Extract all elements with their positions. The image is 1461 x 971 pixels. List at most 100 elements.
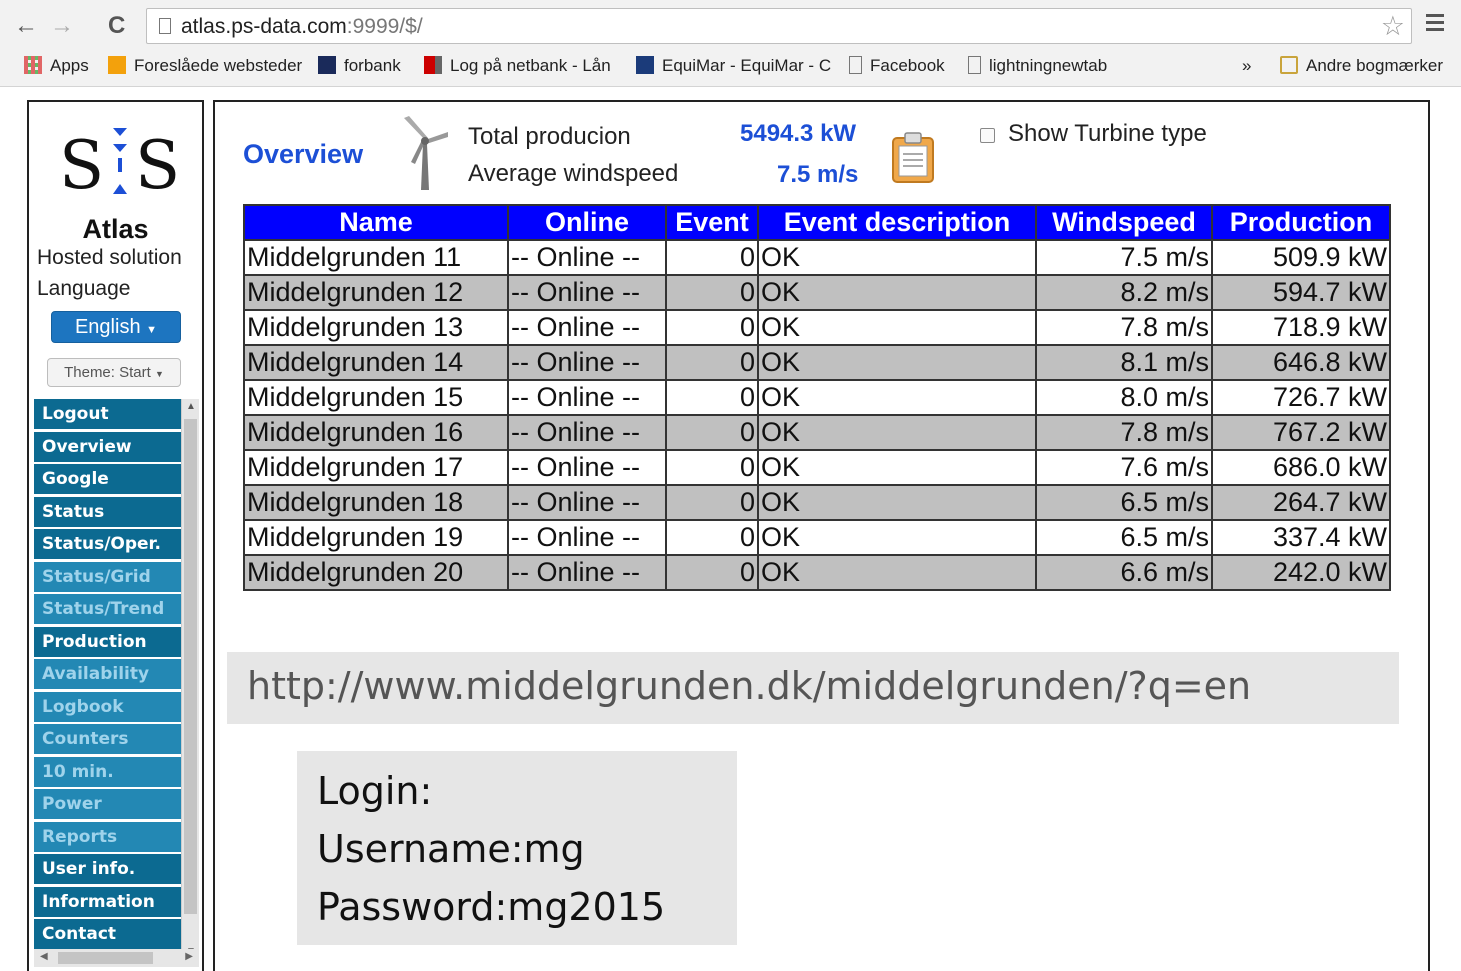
cell-event: 0 xyxy=(665,554,759,591)
menu-item-reports[interactable]: Reports xyxy=(34,821,181,852)
clipboard-icon[interactable] xyxy=(890,130,936,184)
cell-production: 242.0 kW xyxy=(1211,554,1391,591)
table-row[interactable]: Middelgrunden 20 -- Online -- 0 OK 6.6 m/s 24… xyxy=(243,554,1391,591)
bookmark-label: lightningnewtab xyxy=(989,56,1108,75)
language-dropdown[interactable]: English ▼ xyxy=(51,311,181,343)
menu-item-overview[interactable]: Overview xyxy=(34,431,181,462)
cell-production: 686.0 kW xyxy=(1211,449,1391,486)
table-row[interactable]: Middelgrunden 19 -- Online -- 0 OK 6.5 m/s 33… xyxy=(243,519,1391,556)
cell-production: 767.2 kW xyxy=(1211,414,1391,451)
menu-item-user-info[interactable]: User info. xyxy=(34,854,181,884)
show-turbine-type-checkbox[interactable] xyxy=(980,128,995,143)
menu-item-availability[interactable]: Availability xyxy=(34,659,181,689)
cell-event: 0 xyxy=(665,309,759,346)
cell-name: Middelgrunden 20 xyxy=(243,554,509,591)
cell-event: 0 xyxy=(665,414,759,451)
cell-production: 718.9 kW xyxy=(1211,309,1391,346)
theme-dropdown[interactable]: Theme: Start ▼ xyxy=(47,358,181,387)
bookmark-apps[interactable]: Apps xyxy=(24,56,89,76)
column-header-windspeed[interactable]: Windspeed xyxy=(1035,204,1213,241)
cell-event-description: OK xyxy=(757,309,1037,346)
menu-item-status-oper[interactable]: Status/Oper. xyxy=(34,529,181,559)
reload-icon[interactable]: C xyxy=(108,12,125,40)
column-header-name[interactable]: Name xyxy=(243,204,509,241)
menu-item-contact[interactable]: Contact xyxy=(34,919,181,949)
folder-icon xyxy=(1280,56,1298,74)
table-row[interactable]: Middelgrunden 17 -- Online -- 0 OK 7.6 m/s 68… xyxy=(243,449,1391,486)
cell-windspeed: 7.5 m/s xyxy=(1035,239,1213,276)
menu-item-logout[interactable]: Logout xyxy=(34,399,181,429)
bookmark-suggested-sites[interactable]: Foreslåede websteder xyxy=(108,56,302,76)
show-turbine-type-label[interactable]: Show Turbine type xyxy=(1008,120,1207,148)
table-row[interactable]: Middelgrunden 13 -- Online -- 0 OK 7.8 m/s 71… xyxy=(243,309,1391,346)
table-row[interactable]: Middelgrunden 16 -- Online -- 0 OK 7.8 m/s 76… xyxy=(243,414,1391,451)
menu-item-10-min[interactable]: 10 min. xyxy=(34,756,181,787)
middelgrunden-url: http://www.middelgrunden.dk/middelgrunde… xyxy=(247,664,1252,708)
cell-name: Middelgrunden 19 xyxy=(243,519,509,556)
menu-item-status-grid[interactable]: Status/Grid xyxy=(34,561,181,592)
back-arrow-icon[interactable]: ← xyxy=(14,12,38,40)
cell-event: 0 xyxy=(665,274,759,311)
n-logo-icon xyxy=(318,56,336,74)
language-label: Language xyxy=(37,277,131,300)
cell-online: -- Online -- xyxy=(507,239,667,276)
table-row[interactable]: Middelgrunden 15 -- Online -- 0 OK 8.0 m/s 72… xyxy=(243,379,1391,416)
table-row[interactable]: Middelgrunden 14 -- Online -- 0 OK 8.1 m/s 64… xyxy=(243,344,1391,381)
menu-item-status-trend[interactable]: Status/Trend xyxy=(34,594,181,624)
cell-event-description: OK xyxy=(757,414,1037,451)
address-url[interactable]: atlas.ps-data.com:9999/$/ xyxy=(181,15,423,39)
menu-item-information[interactable]: Information xyxy=(34,886,181,917)
cell-windspeed: 6.5 m/s xyxy=(1035,519,1213,556)
vertical-scrollbar[interactable]: ▲ ▼ xyxy=(181,399,199,961)
table-row[interactable]: Middelgrunden 12 -- Online -- 0 OK 8.2 m/s 59… xyxy=(243,274,1391,311)
bookmarks-overflow-chevron[interactable]: » xyxy=(1242,56,1251,76)
scroll-right-arrow-icon[interactable]: ▶ xyxy=(185,951,193,962)
bookmark-netbank[interactable]: Log på netbank - Lån xyxy=(424,56,611,76)
menu-item-counters[interactable]: Counters xyxy=(34,724,181,754)
bookmark-label: Andre bogmærker xyxy=(1306,56,1444,75)
caret-down-icon: ▼ xyxy=(146,324,158,336)
cell-online: -- Online -- xyxy=(507,309,667,346)
bookmark-facebook[interactable]: Facebook xyxy=(849,56,945,76)
column-header-event[interactable]: Event xyxy=(665,204,759,241)
bookmark-lightningnewtab[interactable]: lightningnewtab xyxy=(968,56,1107,76)
bookmark-forbank[interactable]: forbank xyxy=(318,56,401,76)
bookmark-star-icon[interactable]: ☆ xyxy=(1381,11,1405,42)
cell-event-description: OK xyxy=(757,449,1037,486)
table-row[interactable]: Middelgrunden 18 -- Online -- 0 OK 6.5 m/s 26… xyxy=(243,484,1391,521)
bookmark-equimar[interactable]: EquiMar - EquiMar - C xyxy=(636,56,831,76)
column-header-event-description[interactable]: Event description xyxy=(757,204,1037,241)
cell-event: 0 xyxy=(665,239,759,276)
bookmark-label: Log på netbank - Lån xyxy=(450,56,611,75)
forward-arrow-icon[interactable]: → xyxy=(50,12,74,40)
wind-turbine-icon xyxy=(404,116,448,190)
column-header-online[interactable]: Online xyxy=(507,204,667,241)
cell-online: -- Online -- xyxy=(507,449,667,486)
menu-item-status[interactable]: Status xyxy=(34,496,181,527)
average-windspeed-value: 7.5 m/s xyxy=(777,161,859,188)
cell-event: 0 xyxy=(665,344,759,381)
address-bar[interactable]: atlas.ps-data.com:9999/$/ ☆ xyxy=(146,8,1412,44)
menu-item-google[interactable]: Google xyxy=(34,464,181,494)
scroll-up-arrow-icon[interactable]: ▲ xyxy=(186,401,196,412)
column-header-production[interactable]: Production xyxy=(1211,204,1391,241)
menu-item-power[interactable]: Power xyxy=(34,789,181,819)
svg-text:S: S xyxy=(135,127,180,202)
horizontal-scrollbar[interactable]: ◀ ▶ xyxy=(34,949,199,967)
scrollbar-thumb[interactable] xyxy=(184,419,197,914)
bookmark-label: Apps xyxy=(50,56,89,75)
scrollbar-thumb[interactable] xyxy=(58,952,153,964)
menu-item-logbook[interactable]: Logbook xyxy=(34,691,181,722)
cell-production: 264.7 kW xyxy=(1211,484,1391,521)
table-row[interactable]: Middelgrunden 11 -- Online -- 0 OK 7.5 m/s 50… xyxy=(243,239,1391,276)
browser-menu-icon[interactable] xyxy=(1426,14,1444,35)
login-username: Username:mg xyxy=(317,827,585,871)
cell-windspeed: 6.6 m/s xyxy=(1035,554,1213,591)
bookmark-other-bookmarks[interactable]: Andre bogmærker xyxy=(1280,56,1443,76)
cell-event-description: OK xyxy=(757,239,1037,276)
menu-item-production[interactable]: Production xyxy=(34,626,181,657)
cell-name: Middelgrunden 15 xyxy=(243,379,509,416)
scroll-left-arrow-icon[interactable]: ◀ xyxy=(40,951,48,962)
cell-production: 337.4 kW xyxy=(1211,519,1391,556)
cell-event-description: OK xyxy=(757,554,1037,591)
